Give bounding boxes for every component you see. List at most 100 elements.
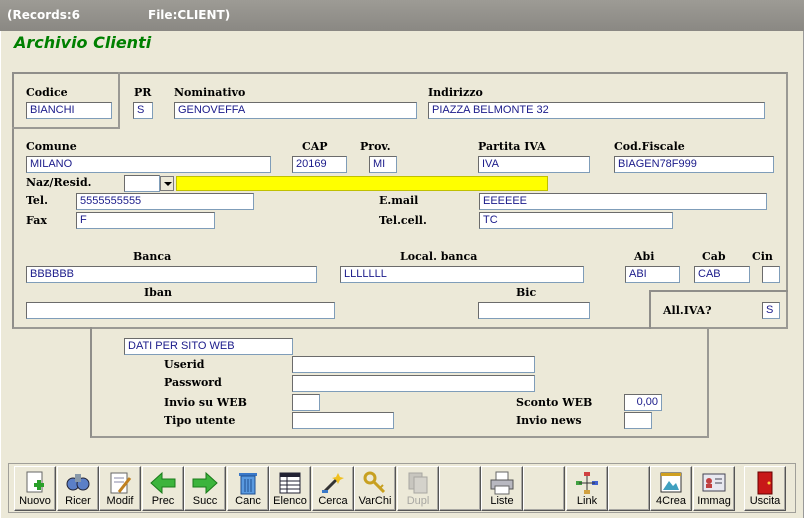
- email-field[interactable]: EEEEEE: [479, 193, 767, 210]
- codfisc-field[interactable]: BIAGEN78F999: [614, 156, 774, 173]
- uscita-button[interactable]: Uscita: [744, 466, 786, 511]
- banca-field[interactable]: BBBBBB: [26, 266, 317, 283]
- succ-label: Succ: [192, 495, 218, 507]
- telcell-field[interactable]: TC: [479, 212, 673, 229]
- iban-field[interactable]: [26, 302, 335, 319]
- news-field[interactable]: [624, 412, 652, 429]
- bic-label: Bic: [516, 286, 537, 299]
- fax-label: Fax: [26, 214, 47, 227]
- telcell-label: Tel.cell.: [379, 214, 427, 227]
- empty-button-2[interactable]: [523, 466, 565, 511]
- cap-label: CAP: [302, 140, 328, 153]
- comune-field[interactable]: MILANO: [26, 156, 271, 173]
- tipo-field[interactable]: [292, 412, 394, 429]
- alliva-field[interactable]: S: [762, 302, 780, 319]
- crea-button[interactable]: 4Crea: [650, 466, 692, 511]
- printer-icon: [490, 471, 514, 495]
- liste-button[interactable]: Liste: [481, 466, 523, 511]
- cin-label: Cin: [752, 250, 773, 263]
- bic-field[interactable]: [478, 302, 590, 319]
- prec-button[interactable]: Prec: [142, 466, 184, 511]
- ricer-label: Ricer: [65, 495, 91, 507]
- indirizzo-label: Indirizzo: [428, 86, 483, 99]
- fax-field[interactable]: F: [76, 212, 215, 229]
- prov-label: Prov.: [360, 140, 391, 153]
- ricer-button[interactable]: Ricer: [57, 466, 99, 511]
- canc-button[interactable]: Canc: [227, 466, 269, 511]
- magic-wand-icon: [322, 473, 344, 494]
- nuovo-button[interactable]: Nuovo: [14, 466, 56, 511]
- succ-button[interactable]: Succ: [184, 466, 226, 511]
- abi-field[interactable]: ABI: [625, 266, 680, 283]
- pr-field[interactable]: S: [133, 102, 153, 119]
- empty-button-3[interactable]: [608, 466, 650, 511]
- elenco-label: Elenco: [273, 495, 307, 507]
- cerca-button[interactable]: Cerca: [312, 466, 354, 511]
- tel-field[interactable]: 5555555555: [76, 193, 254, 210]
- dupl-label: Dupl: [406, 495, 430, 507]
- localbanca-label: Local. banca: [400, 250, 478, 263]
- liste-label: Liste: [490, 495, 514, 507]
- cap-field[interactable]: 20169: [292, 156, 347, 173]
- indirizzo-field[interactable]: PIAZZA BELMONTE 32: [428, 102, 765, 119]
- piva-field[interactable]: IVA: [478, 156, 590, 173]
- invio-field[interactable]: [292, 394, 320, 411]
- localbanca-field[interactable]: LLLLLLL: [340, 266, 584, 283]
- abi-label: Abi: [634, 250, 655, 263]
- tel-label: Tel.: [26, 194, 48, 207]
- naz-label: Naz/Resid.: [26, 176, 92, 189]
- uscita-label: Uscita: [749, 495, 781, 507]
- elenco-button[interactable]: Elenco: [269, 466, 311, 511]
- arrow-left-icon: [150, 471, 176, 495]
- userid-label: Userid: [164, 358, 205, 371]
- invio-label: Invio su WEB: [164, 396, 247, 409]
- naz-combo[interactable]: [124, 175, 160, 192]
- id-card-icon: [702, 473, 726, 492]
- records-count: (Records:6: [7, 8, 81, 22]
- edit-document-icon: [110, 472, 132, 494]
- immag-button[interactable]: Immag: [693, 466, 735, 511]
- chevron-down-icon[interactable]: [160, 176, 174, 191]
- binoculars-icon: [66, 474, 90, 491]
- cab-field[interactable]: CAB: [694, 266, 750, 283]
- crea-label: 4Crea: [656, 495, 686, 507]
- duplicate-icon: [408, 472, 428, 494]
- password-label: Password: [164, 376, 222, 389]
- prec-label: Prec: [151, 495, 175, 507]
- nuovo-label: Nuovo: [19, 495, 51, 507]
- title-bar: (Records:6 File:CLIENT): [0, 0, 804, 31]
- cin-field[interactable]: [762, 266, 780, 283]
- banca-label: Banca: [133, 250, 172, 263]
- password-field[interactable]: [292, 375, 535, 392]
- userid-field[interactable]: [292, 356, 535, 373]
- codfisc-label: Cod.Fiscale: [614, 140, 685, 153]
- piva-label: Partita IVA: [478, 140, 546, 153]
- sconto-label: Sconto WEB: [516, 396, 593, 409]
- sconto-field[interactable]: 0,00: [624, 394, 662, 411]
- file-name: File:CLIENT): [148, 8, 231, 22]
- link-button[interactable]: Link: [566, 466, 608, 511]
- modif-button[interactable]: Modif: [99, 466, 141, 511]
- nominativo-field[interactable]: GENOVEFFA: [174, 102, 417, 119]
- web-header: DATI PER SITO WEB: [124, 338, 293, 355]
- create-image-icon: [660, 472, 682, 493]
- arrow-right-icon: [192, 471, 218, 495]
- trash-icon: [239, 473, 257, 495]
- link-tree-icon: [576, 472, 598, 494]
- canc-label: Canc: [235, 495, 261, 507]
- email-label: E.mail: [379, 194, 419, 207]
- list-table-icon: [279, 472, 301, 494]
- varchi-button[interactable]: VarChi: [354, 466, 396, 511]
- link-label: Link: [576, 495, 598, 507]
- new-document-icon: [26, 471, 44, 493]
- empty-button-1[interactable]: [439, 466, 481, 511]
- codice-field[interactable]: BIANCHI: [26, 102, 112, 119]
- immag-label: Immag: [697, 495, 731, 507]
- iban-label: Iban: [144, 286, 172, 299]
- cab-label: Cab: [702, 250, 726, 263]
- prov-field[interactable]: MI: [369, 156, 397, 173]
- pr-label: PR: [134, 86, 152, 99]
- exit-door-icon: [757, 471, 773, 495]
- cerca-label: Cerca: [318, 495, 348, 507]
- alliva-label: All.IVA?: [663, 304, 712, 317]
